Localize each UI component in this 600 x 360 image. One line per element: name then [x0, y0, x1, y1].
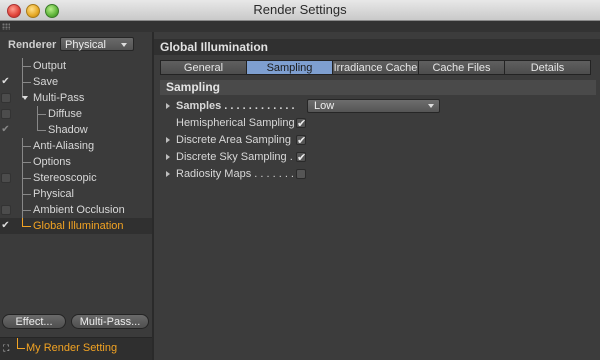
- enable-checkbox[interactable]: [1, 205, 11, 215]
- chevron-down-icon: [428, 104, 434, 108]
- tree-item-label: Diffuse: [48, 108, 83, 120]
- tree-connector: [22, 186, 31, 195]
- tree-connector: [37, 122, 46, 131]
- tree-item-options[interactable]: Options: [0, 154, 152, 170]
- render-setting-icon: ⛶: [3, 343, 10, 353]
- check-icon: ✔: [297, 152, 307, 164]
- renderer-label: Renderer: [8, 39, 57, 51]
- tree-item-stereoscopic[interactable]: Stereoscopic: [0, 170, 152, 186]
- effect-button[interactable]: Effect...: [2, 314, 66, 329]
- multi-pass-button[interactable]: Multi-Pass...: [71, 314, 149, 329]
- group-header-sampling[interactable]: Sampling: [160, 80, 596, 95]
- tab-bar: General Sampling Irradiance Cache Cache …: [160, 60, 596, 76]
- tree-item-save[interactable]: ✔ Save: [0, 74, 152, 90]
- hemispherical-checkbox[interactable]: ✔: [296, 118, 306, 130]
- left-panel: Renderer Physical Output ✔ Save Multi-Pa…: [0, 32, 154, 360]
- check-icon: ✔: [297, 118, 307, 130]
- tab-irradiance-cache[interactable]: Irradiance Cache: [332, 60, 419, 75]
- chevron-down-icon: [121, 43, 127, 47]
- tree-item-output[interactable]: Output: [0, 58, 152, 74]
- tree-item-label: Ambient Occlusion: [33, 204, 125, 216]
- samples-label: Samples . . . . . . . . . . . .: [176, 100, 295, 112]
- check-icon[interactable]: ✔: [1, 77, 10, 87]
- samples-dropdown[interactable]: Low: [307, 99, 440, 113]
- enable-checkbox[interactable]: [1, 93, 11, 103]
- tree-item-label: Anti-Aliasing: [33, 140, 95, 152]
- discrete-sky-row: Discrete Sky Sampling . ✔: [166, 149, 586, 165]
- renderer-value: Physical: [65, 39, 106, 51]
- tab-general[interactable]: General: [160, 60, 247, 75]
- renderer-row: Renderer Physical: [0, 36, 152, 54]
- window-title: Render Settings: [253, 2, 347, 17]
- tree-connector: [22, 58, 31, 67]
- expand-arrow-icon[interactable]: [166, 103, 170, 109]
- expand-arrow-icon[interactable]: [166, 154, 170, 160]
- tree-item-label: Output: [33, 60, 67, 72]
- tree-buttons: Effect... Multi-Pass...: [0, 314, 152, 334]
- render-setting-row[interactable]: ⛶ My Render Setting: [0, 337, 152, 360]
- tree-connector: [22, 154, 31, 163]
- tree-connector: [22, 170, 31, 179]
- tree-item-label: Options: [33, 156, 71, 168]
- discrete-area-row: Discrete Area Sampling ✔: [166, 132, 586, 148]
- tree-item-label: Multi-Pass: [33, 92, 85, 104]
- check-icon[interactable]: ✔: [1, 125, 10, 135]
- tree-item-anti-aliasing[interactable]: Anti-Aliasing: [0, 138, 152, 154]
- title-bar: Render Settings: [0, 0, 600, 21]
- discrete-area-checkbox[interactable]: ✔: [296, 135, 306, 147]
- tree-item-physical[interactable]: Physical: [0, 186, 152, 202]
- section-title: Global Illumination: [154, 39, 600, 55]
- check-icon: ✔: [297, 135, 307, 147]
- tree-item-label: Stereoscopic: [33, 172, 97, 184]
- check-icon[interactable]: ✔: [1, 221, 10, 231]
- tree-connector: [37, 106, 46, 115]
- discrete-sky-label: Discrete Sky Sampling .: [176, 151, 293, 163]
- tree-item-label: Save: [33, 76, 59, 88]
- expand-arrow-icon[interactable]: [166, 137, 170, 143]
- radiosity-row: Radiosity Maps . . . . . . . .: [166, 166, 586, 182]
- tree-item-diffuse[interactable]: Diffuse: [0, 106, 152, 122]
- samples-row: Samples . . . . . . . . . . . . Low: [166, 98, 586, 114]
- expand-arrow-icon[interactable]: [166, 171, 170, 177]
- radiosity-checkbox[interactable]: [296, 169, 306, 179]
- panel-grip[interactable]: [0, 21, 600, 32]
- tree-item-multi-pass[interactable]: Multi-Pass: [0, 90, 152, 106]
- tree-item-shadow[interactable]: ✔ Shadow: [0, 122, 152, 138]
- tree-connector: [22, 202, 31, 211]
- discrete-area-label: Discrete Area Sampling: [176, 134, 291, 146]
- tree-item-label: Shadow: [48, 124, 88, 136]
- grip-icon: [2, 23, 10, 30]
- hemispherical-label: Hemispherical Sampling: [176, 117, 295, 129]
- tree-item-label: Physical: [33, 188, 74, 200]
- tab-cache-files[interactable]: Cache Files: [418, 60, 505, 75]
- tree-item-ambient-occlusion[interactable]: Ambient Occlusion: [0, 202, 152, 218]
- tab-sampling[interactable]: Sampling: [246, 60, 333, 75]
- tab-details[interactable]: Details: [504, 60, 591, 75]
- hemispherical-row: Hemispherical Sampling ✔: [166, 115, 586, 131]
- enable-checkbox[interactable]: [1, 109, 11, 119]
- discrete-sky-checkbox[interactable]: ✔: [296, 152, 306, 164]
- enable-checkbox[interactable]: [1, 173, 11, 183]
- radiosity-label: Radiosity Maps . . . . . . . .: [176, 168, 301, 180]
- renderer-select[interactable]: Physical: [60, 37, 134, 51]
- samples-value: Low: [314, 100, 335, 112]
- tree-item-label: Global Illumination: [33, 220, 124, 232]
- tree-connector: [22, 74, 31, 83]
- right-panel: Global Illumination General Sampling Irr…: [154, 32, 600, 360]
- expand-triangle-icon[interactable]: [22, 96, 28, 100]
- render-setting-label: My Render Setting: [26, 342, 118, 354]
- tree-connector: [22, 138, 31, 147]
- tree-item-global-illumination[interactable]: ✔ Global Illumination: [0, 218, 152, 234]
- settings-tree: Output ✔ Save Multi-Pass Diffuse ✔ Shado…: [0, 58, 152, 234]
- tree-connector: [17, 338, 25, 349]
- tree-connector: [22, 218, 31, 227]
